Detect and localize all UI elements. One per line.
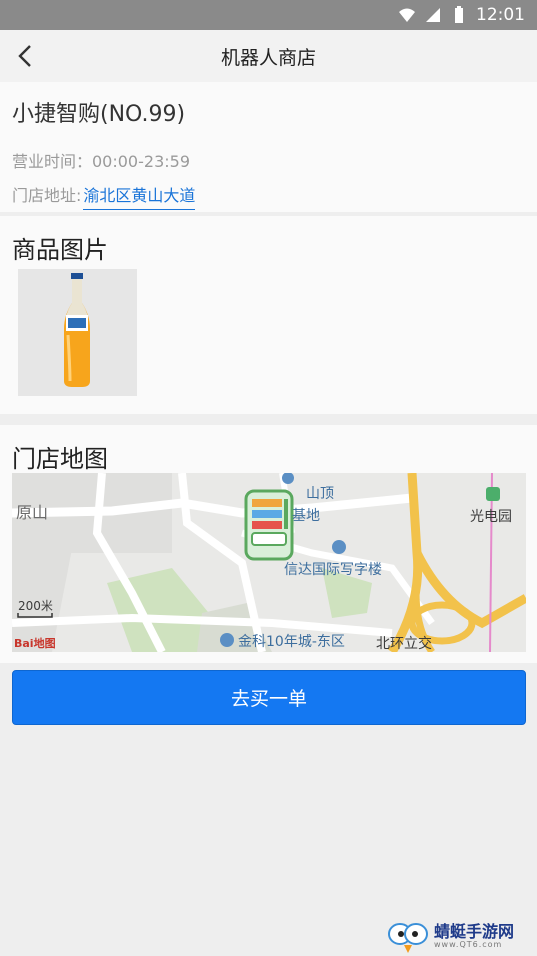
watermark-name: 蜻蜓手游网 <box>434 921 515 941</box>
vending-machine-marker[interactable] <box>244 489 294 561</box>
product-image[interactable] <box>18 269 137 396</box>
nav-bar: 机器人商店 <box>0 30 537 82</box>
product-images-section: 商品图片 <box>0 216 537 414</box>
product-images-title: 商品图片 <box>12 236 108 264</box>
store-address-row: 门店地址: 渝北区黄山大道 <box>12 182 196 210</box>
page-title: 机器人商店 <box>220 46 316 69</box>
buy-button[interactable]: 去买一单 <box>12 670 526 725</box>
map-scale-label: 200米 <box>18 599 53 613</box>
back-button[interactable] <box>12 42 40 70</box>
status-bar: 12:01 <box>0 0 537 30</box>
store-map[interactable]: 原山 山顶 基地 信达国际写字楼 光电园 金科10年城-东区 北环立交 200米… <box>12 473 526 652</box>
juice-bottle-image <box>64 273 90 387</box>
store-hours: 营业时间：00:00-23:59 <box>12 152 190 171</box>
map-label-shanding-1: 山顶 <box>306 486 334 502</box>
store-address-link[interactable]: 渝北区黄山大道 <box>83 182 196 210</box>
watermark-url: www.QT6.com <box>434 939 503 949</box>
chevron-left-icon <box>18 45 31 67</box>
store-map-title: 门店地图 <box>12 445 108 473</box>
signal-icon <box>426 8 440 22</box>
map-label-xinda: 信达国际写字楼 <box>284 562 382 578</box>
dragonfly-logo-icon <box>388 923 428 953</box>
map-label-jinke: 金科10年城-东区 <box>238 634 345 650</box>
map-label-guangdianyuan: 光电园 <box>470 509 512 525</box>
map-label-yuanshan: 原山 <box>16 503 49 522</box>
map-label-shanding-2: 基地 <box>292 508 320 524</box>
map-canvas <box>12 473 526 652</box>
wifi-icon <box>399 8 415 22</box>
store-map-section: 门店地图 原山 山顶 基地 信达国际写字楼 光电园 金科10年城-东区 北环立交… <box>0 425 537 663</box>
battery-icon <box>455 6 463 23</box>
map-label-beihuan: 北环立交 <box>376 636 432 652</box>
baidu-map-logo: Bai地图 <box>14 637 56 650</box>
store-name: 小捷智购(NO.99) <box>12 102 186 127</box>
store-info-card: 小捷智购(NO.99) 营业时间：00:00-23:59 门店地址: 渝北区黄山… <box>0 82 537 212</box>
watermark: 蜻蜓手游网 www.QT6.com <box>386 916 537 956</box>
store-address-label: 门店地址: <box>12 186 82 205</box>
status-time: 12:01 <box>476 5 525 25</box>
